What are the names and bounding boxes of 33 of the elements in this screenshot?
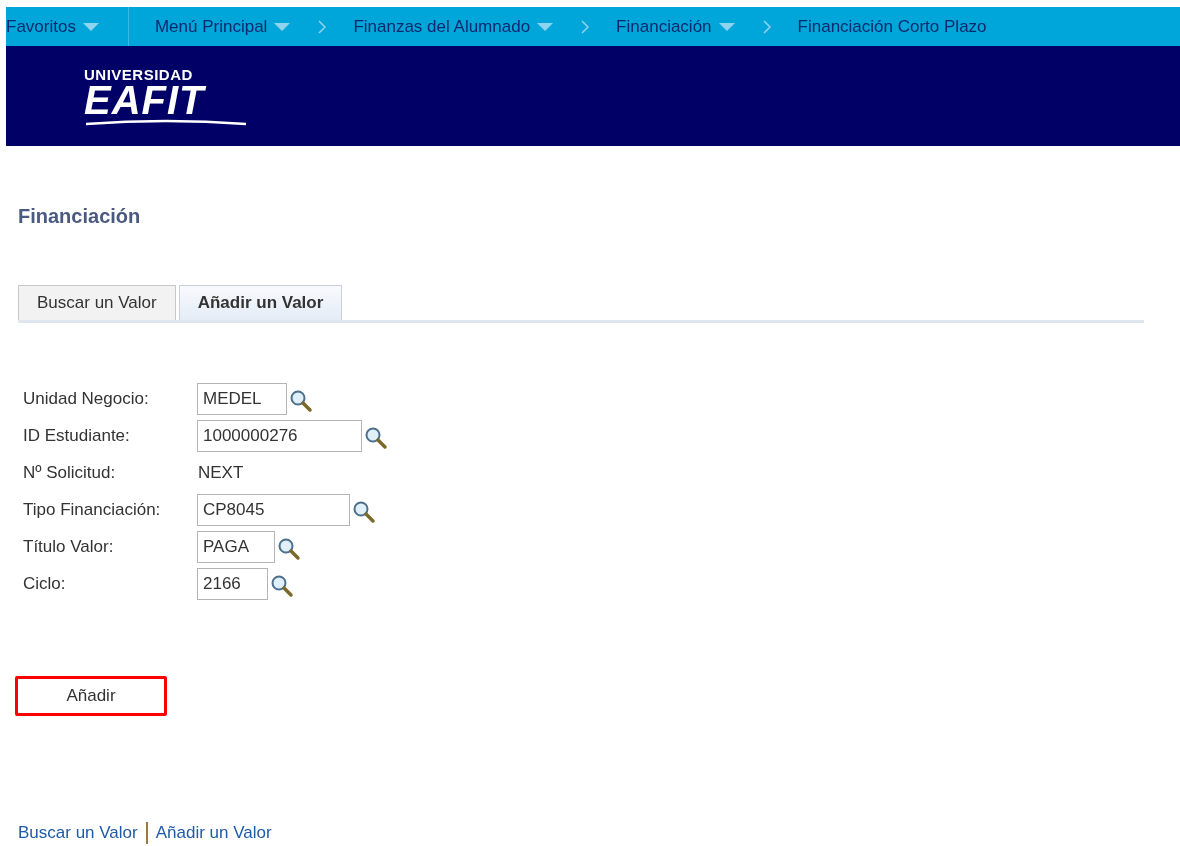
input-field[interactable]: CP8045 — [197, 494, 350, 526]
field-label: ID Estudiante: — [23, 425, 131, 448]
input-field[interactable]: 2166 — [197, 568, 268, 600]
caret-icon — [536, 21, 555, 32]
field-label: Nº Solicitud: — [23, 462, 117, 485]
search-icon[interactable] — [270, 574, 294, 598]
caret-icon — [81, 21, 100, 32]
search-icon[interactable] — [364, 426, 388, 450]
add-button[interactable]: Añadir — [15, 676, 167, 716]
search-icon[interactable] — [352, 500, 376, 524]
caret-icon — [717, 21, 736, 32]
footer-link[interactable]: Buscar un Valor — [18, 820, 138, 846]
caret-icon — [273, 21, 292, 32]
field-value: NEXT — [197, 462, 244, 485]
page-title: Financiación — [18, 204, 142, 229]
footer-link[interactable]: Añadir un Valor — [155, 820, 272, 846]
tab[interactable]: Añadir un Valor — [178, 285, 343, 320]
menu-link[interactable]: Financiación Corto Plazo — [797, 13, 987, 40]
field-label: Ciclo: — [23, 573, 67, 596]
menu-link[interactable]: Menú Principal — [128, 13, 292, 40]
field-label: Unidad Negocio: — [23, 388, 150, 411]
menu-link[interactable]: Finanzas del Alumnado — [353, 13, 555, 40]
menu-link[interactable]: Financiación — [616, 13, 736, 40]
input-field[interactable]: MEDEL — [197, 383, 287, 415]
field-label: Título Valor: — [23, 536, 115, 559]
university-logo: UNIVERSIDAD EAFIT — [84, 66, 248, 126]
input-field[interactable]: PAGA — [197, 531, 275, 563]
search-icon[interactable] — [289, 389, 313, 413]
input-field[interactable]: 1000000276 — [197, 420, 362, 452]
field-label: Tipo Financiación: — [23, 499, 162, 522]
tab[interactable]: Buscar un Valor — [18, 285, 176, 320]
search-icon[interactable] — [277, 537, 301, 561]
menu-link[interactable]: Favoritos — [6, 13, 100, 40]
